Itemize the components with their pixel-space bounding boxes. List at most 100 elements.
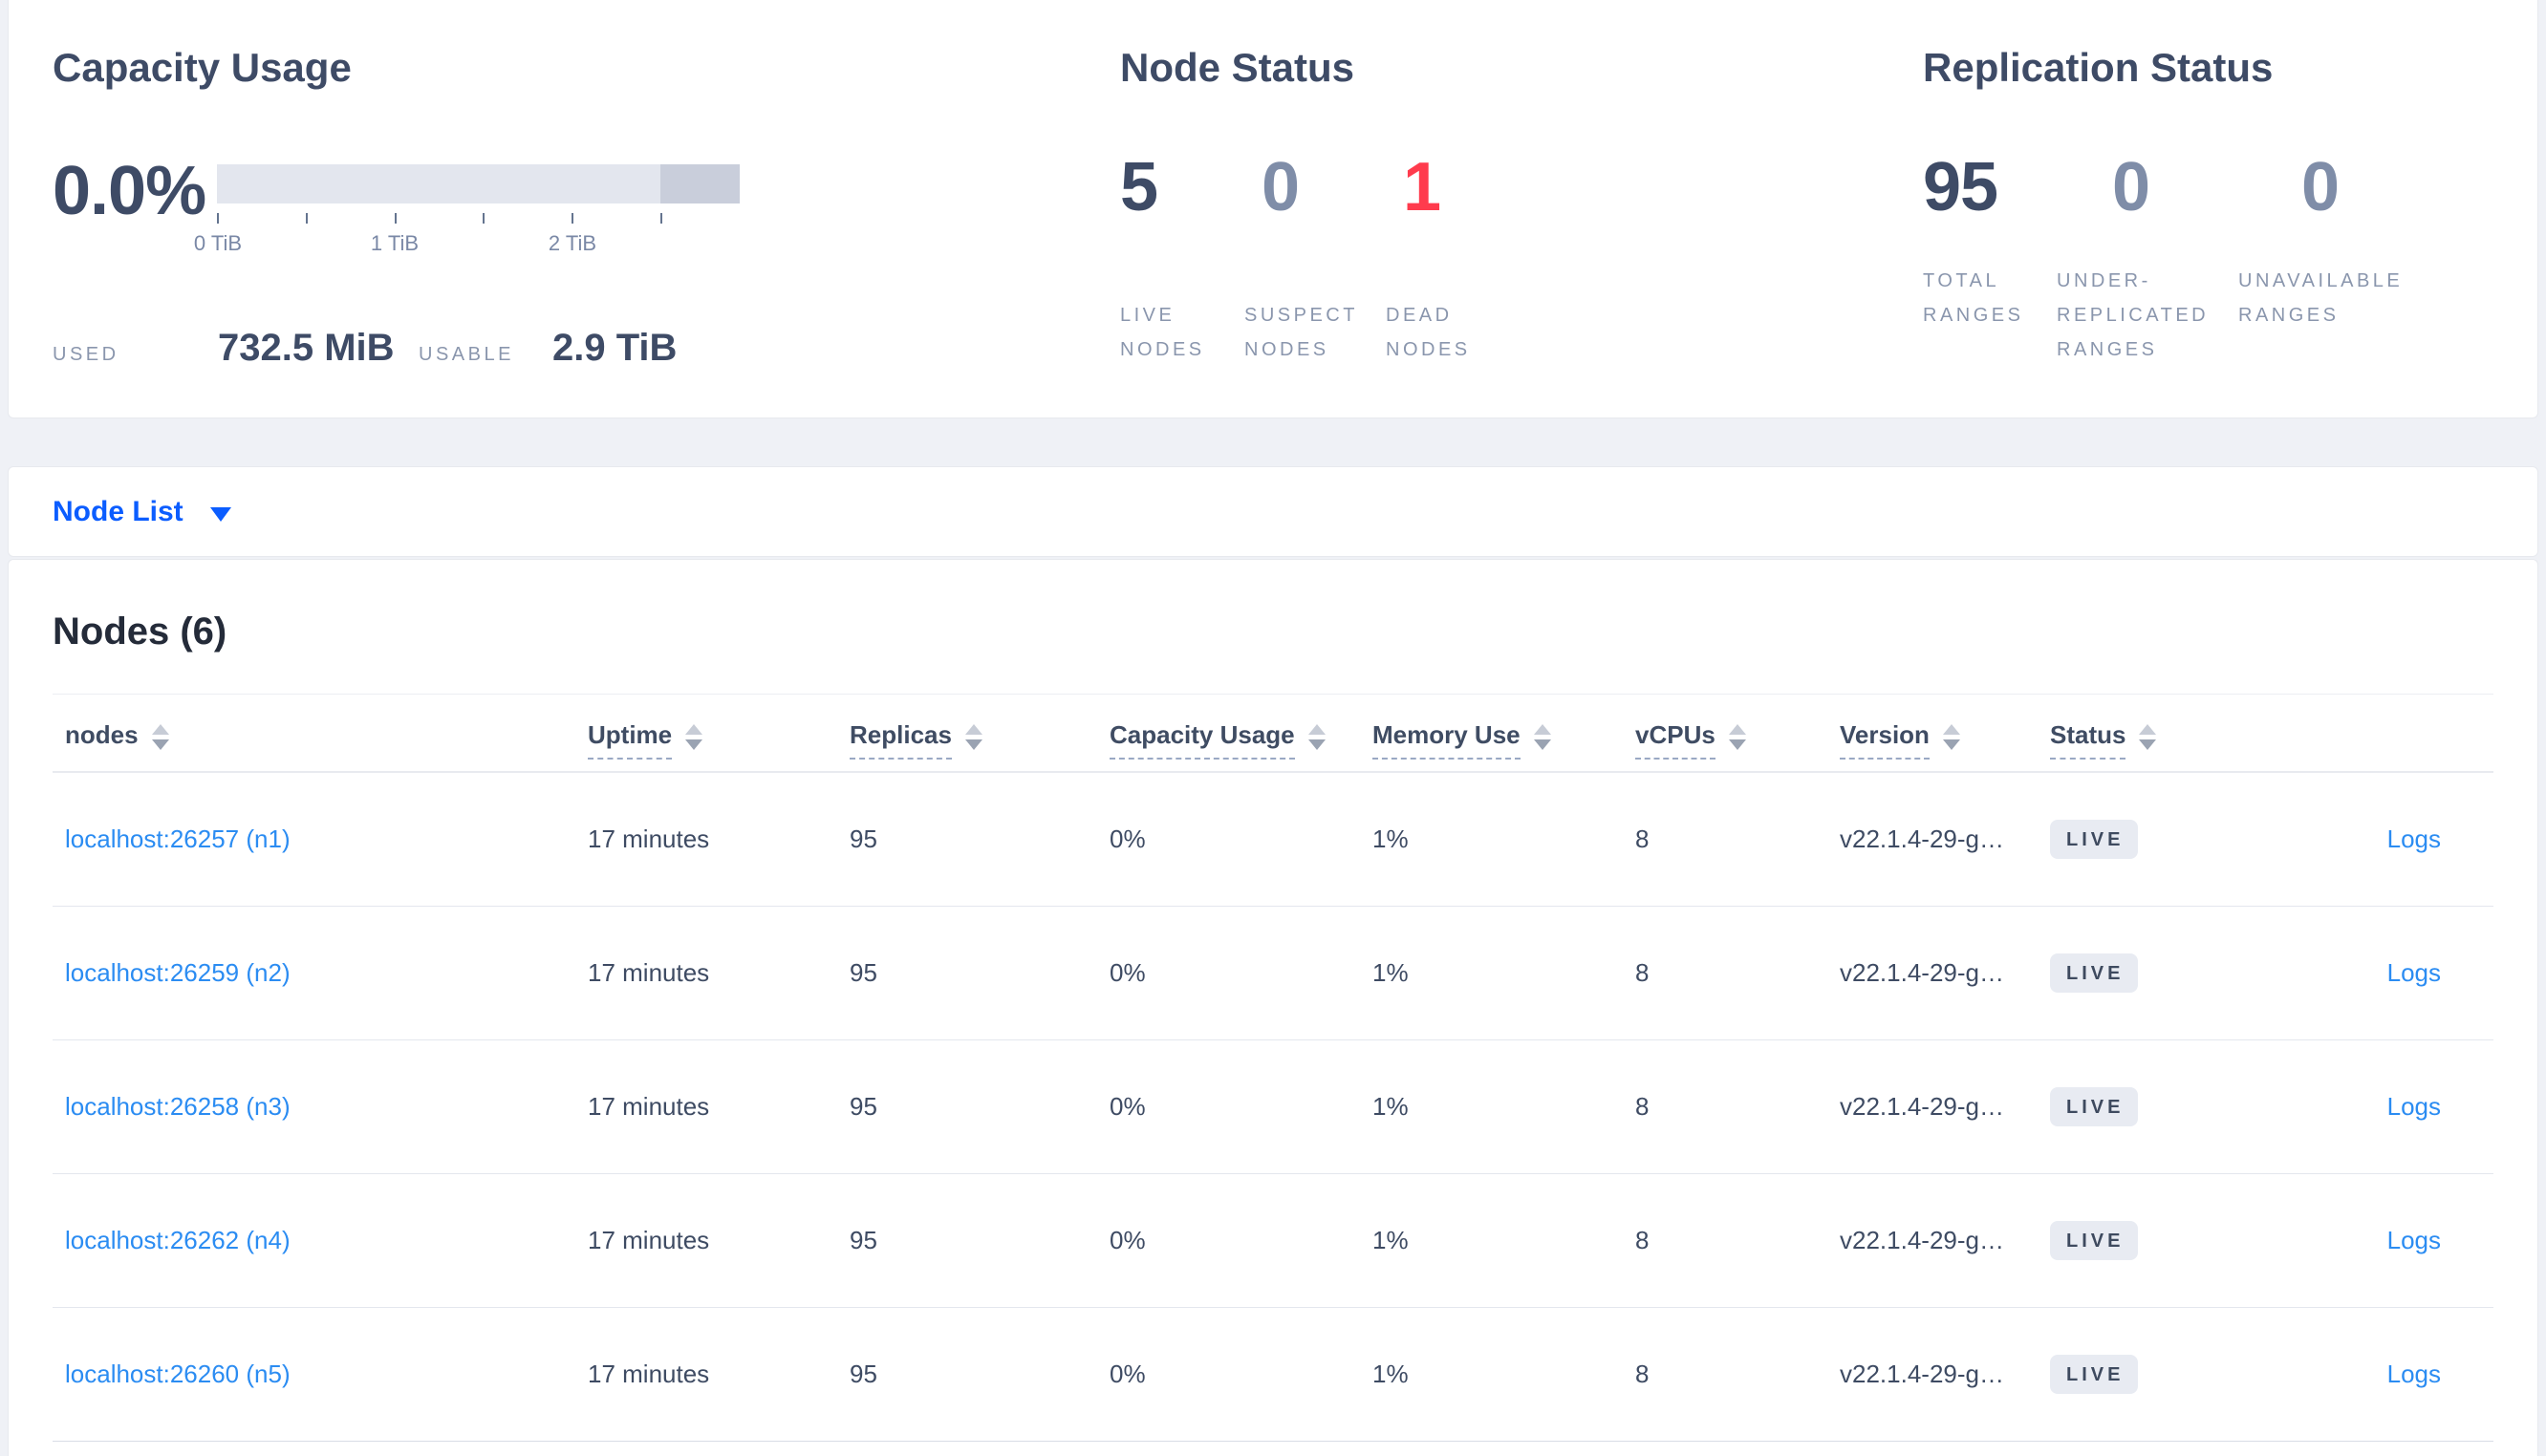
usable-label: USABLE xyxy=(419,344,514,365)
unavailable-ranges-count: 0 xyxy=(2301,149,2340,225)
axis-tick xyxy=(306,213,308,224)
sort-icon xyxy=(2139,724,2157,750)
column-header-memory-use[interactable]: Memory Use xyxy=(1372,720,1635,771)
sort-icon xyxy=(151,724,169,750)
version-cell: v22.1.4-29-g… xyxy=(1840,824,2004,853)
usable-value: 2.9 TiB xyxy=(552,327,678,369)
version-cell: v22.1.4-29-g… xyxy=(1840,958,2004,987)
vcpus-cell: 8 xyxy=(1635,824,1650,853)
used-value: 732.5 MiB xyxy=(218,327,395,369)
total-ranges-count: 95 xyxy=(1923,149,1998,225)
column-header-label: Memory Use xyxy=(1372,720,1521,760)
version-cell: v22.1.4-29-g… xyxy=(1840,1360,2004,1388)
status-badge: LIVE xyxy=(2050,953,2139,993)
replication-status-title: Replication Status xyxy=(1923,45,2274,90)
vcpus-cell: 8 xyxy=(1635,1092,1650,1121)
column-header-label: Capacity Usage xyxy=(1110,720,1295,760)
total-ranges-label: TOTAL RANGES xyxy=(1923,270,2024,326)
capacity-cell: 0% xyxy=(1110,1226,1146,1254)
memory-cell: 1% xyxy=(1372,824,1409,853)
axis-tick xyxy=(483,213,485,224)
vcpus-cell: 8 xyxy=(1635,958,1650,987)
version-cell: v22.1.4-29-g… xyxy=(1840,1092,2004,1121)
node-address-link[interactable]: localhost:26259 (n2) xyxy=(65,958,291,987)
memory-cell: 1% xyxy=(1372,1092,1409,1121)
logs-link[interactable]: Logs xyxy=(2387,1360,2441,1388)
suspect-nodes-count: 0 xyxy=(1262,149,1300,225)
node-list-label: Node List xyxy=(53,495,183,527)
sort-icon xyxy=(1942,724,1960,750)
capacity-cell: 0% xyxy=(1110,1360,1146,1388)
capacity-cell: 0% xyxy=(1110,1092,1146,1121)
used-label: USED xyxy=(53,344,119,365)
axis-tick xyxy=(395,213,397,224)
node-list-bar: Node List xyxy=(8,466,2538,557)
replicas-cell: 95 xyxy=(850,1226,877,1254)
capacity-cell: 0% xyxy=(1110,958,1146,987)
dead-nodes-label: DEAD NODES xyxy=(1386,305,1471,360)
column-header-nodes[interactable]: nodes xyxy=(53,720,588,771)
version-cell: v22.1.4-29-g… xyxy=(1840,1226,2004,1254)
capacity-cell: 0% xyxy=(1110,824,1146,853)
capacity-used-percent: 0.0% xyxy=(53,153,206,229)
replication-values: 95 0 0 xyxy=(1923,153,2512,222)
column-header-vcpus[interactable]: vCPUs xyxy=(1635,720,1840,771)
column-header-replicas[interactable]: Replicas xyxy=(850,720,1110,771)
axis-tick-label: 0 TiB xyxy=(193,231,243,255)
table-row: localhost:26257 (n1) 17 minutes 95 0% 1%… xyxy=(53,773,2493,907)
column-header-label: Replicas xyxy=(850,720,952,760)
chevron-down-icon xyxy=(209,507,231,522)
cluster-overview-page: Capacity Usage 0.0% 0 TiB 1 TiB 2 TiB US… xyxy=(0,0,2546,1456)
memory-cell: 1% xyxy=(1372,958,1409,987)
node-status-title: Node Status xyxy=(1120,45,1355,90)
sort-icon xyxy=(1533,724,1551,750)
under-replicated-ranges-label: UNDER-REPLICATED RANGES xyxy=(2057,270,2210,360)
memory-cell: 1% xyxy=(1372,1226,1409,1254)
vcpus-cell: 8 xyxy=(1635,1226,1650,1254)
node-list-dropdown[interactable]: Node List xyxy=(53,496,231,528)
node-status-values: 5 0 1 xyxy=(1120,153,1594,222)
sort-icon xyxy=(964,724,982,750)
logs-link[interactable]: Logs xyxy=(2387,958,2441,987)
status-badge: LIVE xyxy=(2050,1355,2139,1394)
replication-labels: TOTAL RANGES UNDER-REPLICATED RANGES UNA… xyxy=(1923,264,2444,367)
column-header-status[interactable]: Status xyxy=(2050,720,2198,771)
live-nodes-count: 5 xyxy=(1120,149,1158,225)
column-header-label: vCPUs xyxy=(1635,720,1715,760)
uptime-cell: 17 minutes xyxy=(588,1226,710,1254)
column-header-uptime[interactable]: Uptime xyxy=(588,720,850,771)
status-badge: LIVE xyxy=(2050,1221,2139,1260)
replicas-cell: 95 xyxy=(850,1360,877,1388)
status-badge: LIVE xyxy=(2050,1087,2139,1126)
table-row: localhost:26262 (n4) 17 minutes 95 0% 1%… xyxy=(53,1174,2493,1308)
table-header-row: nodes Uptime Replicas Capacity Usage Mem… xyxy=(53,695,2493,773)
axis-tick-label: 1 TiB xyxy=(370,231,420,255)
dead-nodes-count: 1 xyxy=(1403,149,1441,225)
table-row: localhost:26260 (n5) 17 minutes 95 0% 1%… xyxy=(53,1308,2493,1442)
suspect-nodes-label: SUSPECT NODES xyxy=(1244,305,1358,360)
sort-icon xyxy=(1307,724,1326,750)
logs-link[interactable]: Logs xyxy=(2387,1092,2441,1121)
axis-tick xyxy=(572,213,573,224)
column-header-capacity-usage[interactable]: Capacity Usage xyxy=(1110,720,1372,771)
node-address-link[interactable]: localhost:26262 (n4) xyxy=(65,1226,291,1254)
axis-tick xyxy=(217,213,219,224)
uptime-cell: 17 minutes xyxy=(588,1092,710,1121)
under-replicated-ranges-count: 0 xyxy=(2112,149,2150,225)
capacity-bar-highlight xyxy=(660,164,740,203)
column-header-version[interactable]: Version xyxy=(1840,720,2050,771)
axis-tick xyxy=(660,213,662,224)
capacity-usage-title: Capacity Usage xyxy=(53,45,352,90)
nodes-section-title: Nodes (6) xyxy=(53,610,227,653)
logs-link[interactable]: Logs xyxy=(2387,1226,2441,1254)
logs-link[interactable]: Logs xyxy=(2387,824,2441,853)
node-address-link[interactable]: localhost:26260 (n5) xyxy=(65,1360,291,1388)
uptime-cell: 17 minutes xyxy=(588,1360,710,1388)
replicas-cell: 95 xyxy=(850,958,877,987)
column-header-label: Version xyxy=(1840,720,1930,760)
node-address-link[interactable]: localhost:26258 (n3) xyxy=(65,1092,291,1121)
sort-icon xyxy=(1728,724,1746,750)
status-badge: LIVE xyxy=(2050,820,2139,859)
node-address-link[interactable]: localhost:26257 (n1) xyxy=(65,824,291,853)
unavailable-ranges-label: UNAVAILABLE RANGES xyxy=(2238,270,2404,326)
